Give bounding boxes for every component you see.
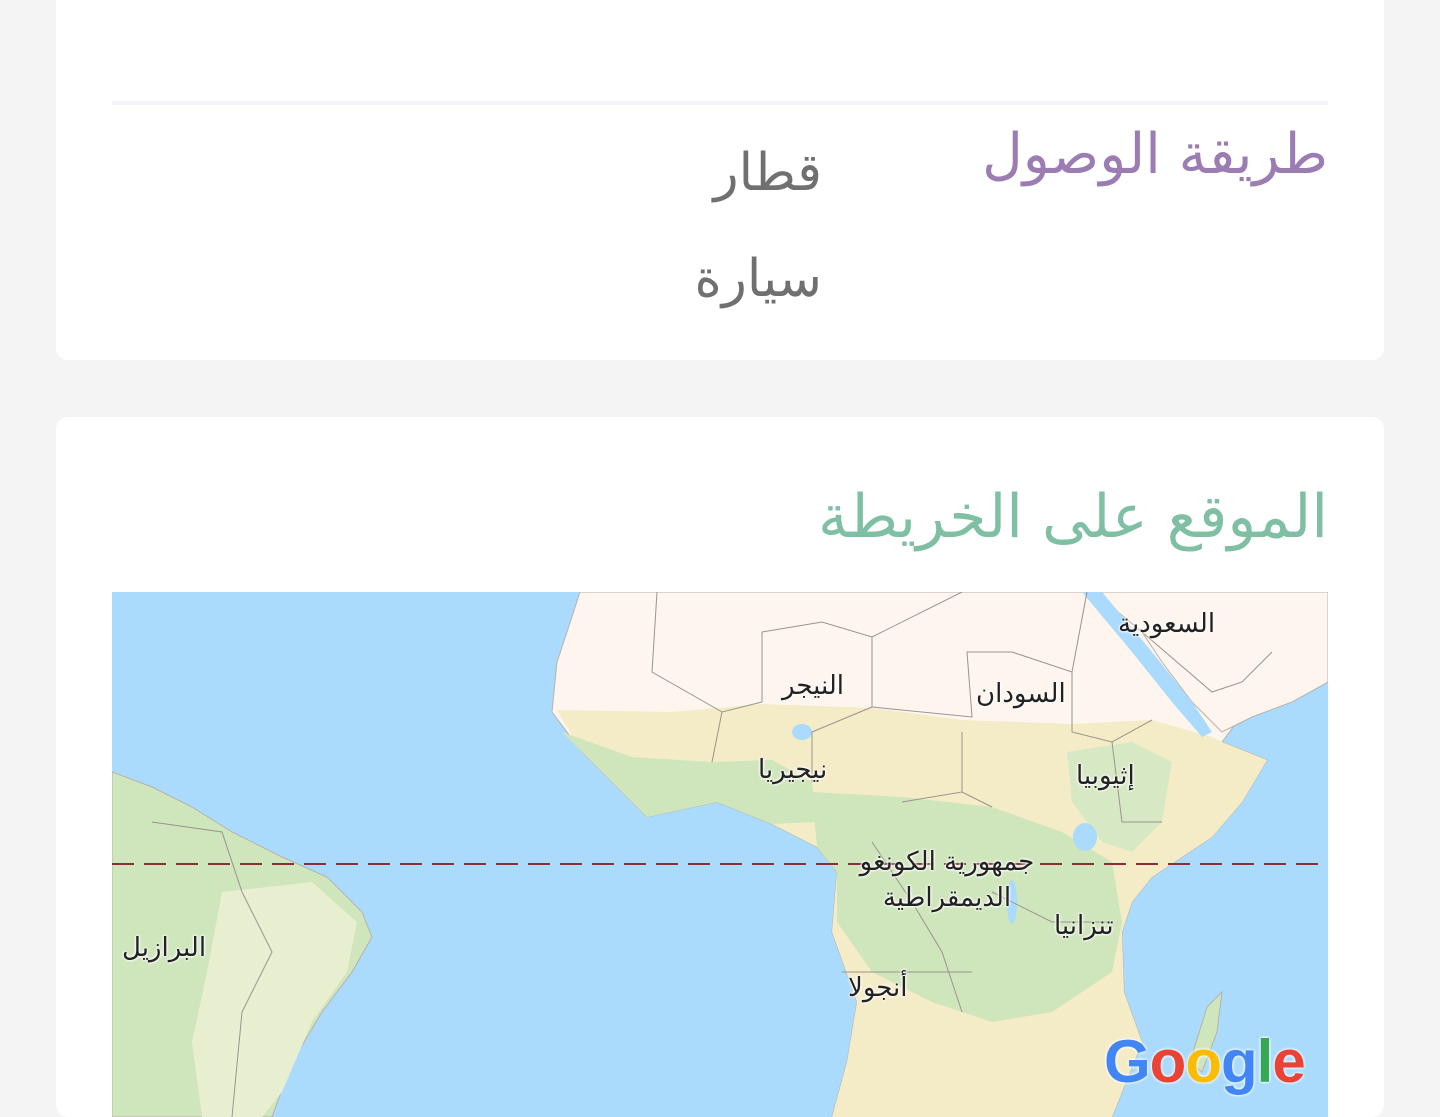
map-label-sudan: السودان — [976, 679, 1066, 709]
access-option-car: سيارة — [694, 249, 822, 309]
access-option-train: قطار — [713, 143, 822, 203]
map-section-title: الموقع على الخريطة — [818, 482, 1328, 552]
map-label-niger: النيجر — [782, 671, 844, 701]
lake-victoria — [1073, 823, 1097, 851]
map-label-brazil: البرازيل — [122, 933, 207, 963]
map-label-drc-line1: جمهورية الكونغو — [859, 847, 1035, 877]
access-method-list: قطار سيارة — [695, 120, 822, 332]
access-method-label: طريقة الوصول — [982, 122, 1328, 187]
access-card: طريقة الوصول قطار سيارة — [56, 0, 1384, 360]
map-label-tanzania: تنزانيا — [1054, 911, 1114, 941]
map-label-nigeria: نيجيريا — [758, 755, 828, 785]
lake-chad — [792, 724, 812, 740]
map-label-drc-line2: الديمقراطية — [882, 883, 1012, 913]
divider — [112, 101, 1328, 105]
google-logo[interactable]: Google — [1104, 1032, 1306, 1092]
embedded-map[interactable]: السعودية النيجر السودان نيجيريا إثيوبيا … — [112, 592, 1328, 1117]
map-label-ethiopia: إثيوبيا — [1076, 761, 1135, 791]
map-card: الموقع على الخريطة السعودية النيجر السود… — [56, 417, 1384, 1117]
map-label-drc: جمهورية الكونغو الديمقراطية — [852, 844, 1042, 916]
map-label-angola: أنجولا — [848, 973, 908, 1003]
map-label-saudi: السعودية — [1118, 609, 1216, 639]
